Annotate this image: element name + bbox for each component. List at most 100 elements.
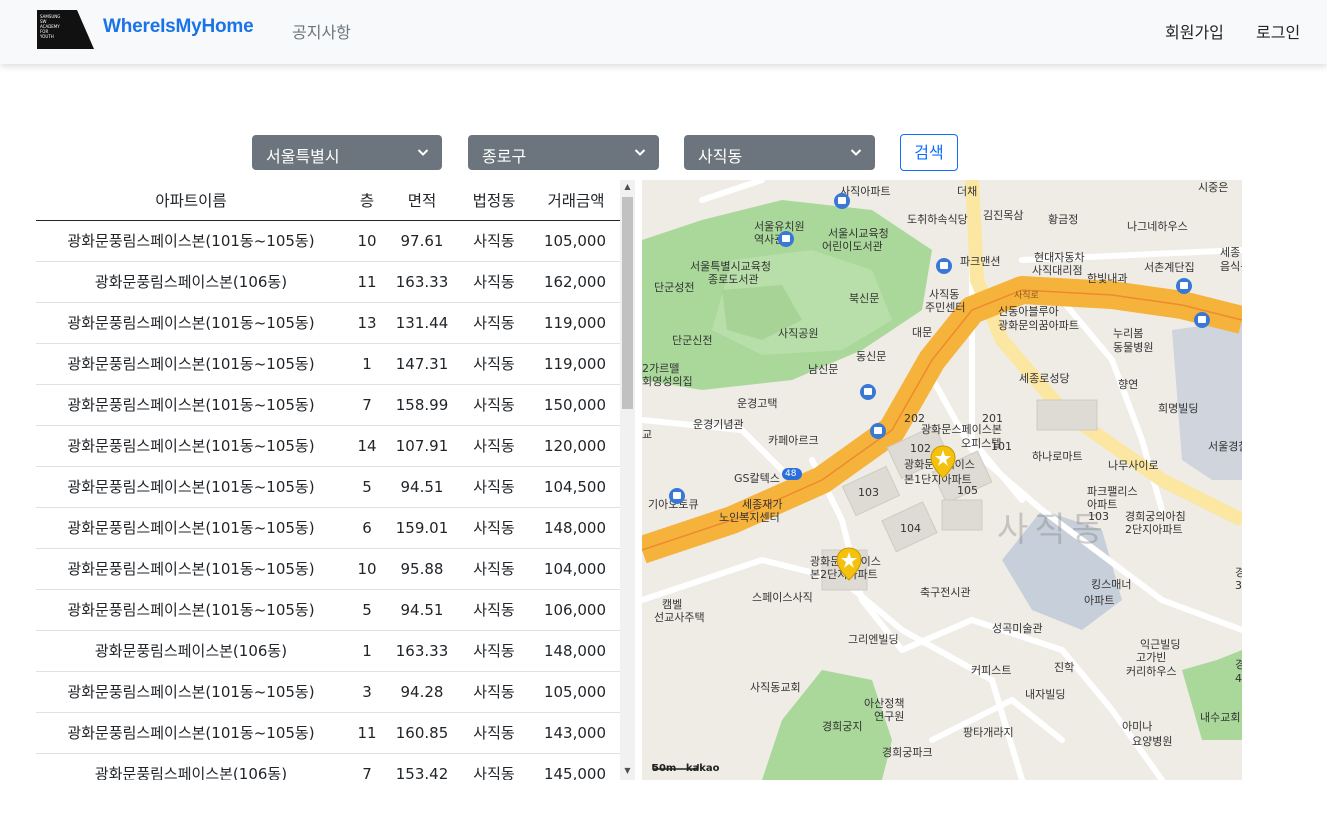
map-place-label[interactable]: 그리엔빌딩 (848, 633, 899, 646)
map-place-label[interactable]: 아파트 (1084, 594, 1114, 607)
map-place-label[interactable]: 킹스매너 (1091, 578, 1131, 591)
map-place-label[interactable]: 서울경찰 (1208, 440, 1242, 453)
table-row[interactable]: 광화문풍림스페이스본(101동~105동) 5 94.51 사직동 106,000 (36, 589, 620, 631)
bus-stop-icon[interactable] (936, 258, 952, 274)
table-row[interactable]: 광화문풍림스페이스본(101동~105동) 10 95.88 사직동 104,000 (36, 548, 620, 590)
apartment-marker-icon[interactable] (836, 547, 862, 581)
bus-stop-icon[interactable] (834, 193, 850, 209)
map-place-label[interactable]: 도취하속식당 (907, 213, 968, 226)
map-place-label[interactable]: 익근빌딩 (1140, 638, 1180, 651)
table-row[interactable]: 광화문풍림스페이스본(101동~105동) 1 147.31 사직동 119,000 (36, 343, 620, 385)
map-place-label[interactable]: 105 (957, 484, 978, 497)
map-place-label[interactable]: 종로도서관 (708, 273, 759, 286)
map-place-label[interactable]: 아산정책 (864, 697, 904, 710)
map-place-label[interactable]: 아미나 (1122, 720, 1152, 733)
map-place-label[interactable]: 103 (858, 486, 879, 499)
map-place-label[interactable]: 사직동 (929, 288, 959, 301)
map-place-label[interactable]: 광화문의꿈아파트 (998, 319, 1079, 332)
map-place-label[interactable]: 서울특별시교육청 (690, 260, 771, 273)
bus-stop-icon[interactable] (860, 384, 876, 400)
map-place-label[interactable]: 진학 (1054, 661, 1074, 674)
map-place-label[interactable]: 고가빈 (1136, 651, 1166, 664)
scroll-down-icon[interactable]: ▼ (623, 767, 632, 775)
map-place-label[interactable]: 주민센터 (925, 301, 965, 314)
map-place-label[interactable]: 회영성의집 (642, 375, 693, 388)
map-place-label[interactable]: 음식문 (1220, 260, 1242, 273)
header-price[interactable]: 거래금액 (532, 180, 620, 221)
map-place-label[interactable]: 북신문 (849, 292, 879, 305)
map-place-label[interactable]: GS칼텍스 (734, 472, 780, 485)
scrollbar-thumb[interactable] (622, 197, 633, 409)
header-area[interactable]: 면적 (388, 180, 456, 221)
map-place-label[interactable]: 연구원 (874, 710, 904, 723)
table-row[interactable]: 광화문풍림스페이스본(101동~105동) 14 107.91 사직동 120,000 (36, 425, 620, 467)
map-place-label[interactable]: 내자빌딩 (1025, 688, 1065, 701)
header-floor[interactable]: 층 (346, 180, 388, 221)
map-place-label[interactable]: 경희궁의아침 (1125, 510, 1186, 523)
map-place-label[interactable]: 카페아르크 (768, 434, 819, 447)
header-apt-name[interactable]: 아파트이름 (36, 180, 346, 221)
map-place-label[interactable]: 희명빌딩 (1158, 402, 1198, 415)
map-place-label[interactable]: 101 (991, 440, 1012, 453)
bus-stop-icon[interactable] (669, 488, 685, 504)
map-place-label[interactable]: 경희 (1235, 566, 1242, 579)
map-place-label[interactable]: 동물병원 (1113, 341, 1153, 354)
map-place-label[interactable]: 커피스트 (971, 664, 1011, 677)
map-place-label[interactable]: 노인복지센터 (719, 511, 780, 524)
map-place-label[interactable]: 서촌계단집 (1144, 261, 1195, 274)
map-place-label[interactable]: 102 (910, 442, 931, 455)
map-place-label[interactable]: 남신문 (808, 363, 838, 376)
kakao-map[interactable]: 사직동 48 사직로 사직아파트 더채 시중은 서울유치원 역사관 도취하속식당 김진목삼 황… (642, 180, 1242, 780)
bus-stop-icon[interactable] (870, 423, 886, 439)
table-row[interactable]: 광화문풍림스페이스본(106동) 1 163.33 사직동 148,000 (36, 630, 620, 672)
map-place-label[interactable]: 대문 (912, 326, 932, 339)
dong-select[interactable]: 사직동 (684, 135, 875, 170)
map-place-label[interactable]: 광화문스페이스본 (921, 423, 1002, 436)
map-place-label[interactable]: 4단지 (1235, 672, 1242, 685)
map-place-label[interactable]: 커리하우스 (1126, 665, 1177, 678)
nav-notice-link[interactable]: 공지사항 (292, 19, 351, 43)
apartment-table-container[interactable]: 아파트이름 층 면적 법정동 거래금액 광화문풍림스페이스본(101동~105동… (36, 180, 635, 780)
map-place-label[interactable]: 단군성전 (654, 281, 694, 294)
map-place-label[interactable]: 성곡미술관 (992, 622, 1043, 635)
header-dong[interactable]: 법정동 (456, 180, 532, 221)
map-place-label[interactable]: 경희궁파크 (882, 746, 933, 759)
map-place-label[interactable]: 나무사이로 (1108, 459, 1159, 472)
map-place-label[interactable]: 축구전시관 (920, 586, 971, 599)
map-place-label[interactable]: 교 (642, 428, 652, 441)
map-place-label[interactable]: 누리봄 (1113, 327, 1143, 340)
map-place-label[interactable]: 동신문 (856, 350, 886, 363)
table-scrollbar[interactable]: ▲ ▼ (620, 180, 635, 780)
map-place-label[interactable]: 운경고택 (737, 397, 777, 410)
map-place-label[interactable]: 김진목삼 (983, 209, 1023, 222)
map-place-label[interactable]: 사직대리점 (1032, 264, 1083, 277)
map-place-label[interactable]: 104 (900, 522, 921, 535)
table-row[interactable]: 광화문풍림스페이스본(101동~105동) 7 158.99 사직동 150,000 (36, 384, 620, 426)
map-place-label[interactable]: 서울시교육청 (828, 227, 889, 240)
samsung-academy-logo[interactable]: SAMSUNG SW ACADEMY FOR YOUTH (37, 10, 94, 49)
table-row[interactable]: 광화문풍림스페이스본(101동~105동) 5 94.51 사직동 104,500 (36, 466, 620, 508)
map-place-label[interactable]: 요양병원 (1132, 735, 1172, 748)
map-place-label[interactable]: 신동아블루아 (998, 305, 1059, 318)
map-place-label[interactable]: 2가르뗄 (642, 362, 679, 375)
map-place-label[interactable]: 하나로마트 (1032, 450, 1083, 463)
table-row[interactable]: 광화문풍림스페이스본(106동) 11 163.33 사직동 162,000 (36, 261, 620, 303)
map-place-label[interactable]: 경희궁지 (822, 720, 862, 733)
map-place-label[interactable]: 사직동교회 (750, 681, 801, 694)
scroll-up-icon[interactable]: ▲ (623, 183, 632, 191)
map-place-label[interactable]: 경희궁 (1235, 658, 1242, 671)
brand-link[interactable]: WhereIsMyHome (103, 16, 254, 38)
map-place-label[interactable]: 2단지아파트 (1125, 523, 1183, 536)
table-row[interactable]: 광화문풍림스페이스본(101동~105동) 3 94.28 사직동 105,000 (36, 671, 620, 713)
table-row[interactable]: 광화문풍림스페이스본(106동) 7 153.42 사직동 145,000 (36, 753, 620, 780)
map-place-label[interactable]: 파크팰리스 (1087, 485, 1138, 498)
map-place-label[interactable]: 운경기념관 (693, 418, 744, 431)
table-row[interactable]: 광화문풍림스페이스본(101동~105동) 11 160.85 사직동 143,000 (36, 712, 620, 754)
map-place-label[interactable]: 황금정 (1048, 213, 1078, 226)
map-place-label[interactable]: 단군신전 (672, 334, 712, 347)
bus-stop-icon[interactable] (1176, 278, 1192, 294)
map-place-label[interactable]: 향연 (1118, 378, 1138, 391)
map-place-label[interactable]: 3단 (1235, 579, 1242, 592)
city-select[interactable]: 서울특별시 (252, 135, 442, 170)
table-row[interactable]: 광화문풍림스페이스본(101동~105동) 6 159.01 사직동 148,000 (36, 507, 620, 549)
